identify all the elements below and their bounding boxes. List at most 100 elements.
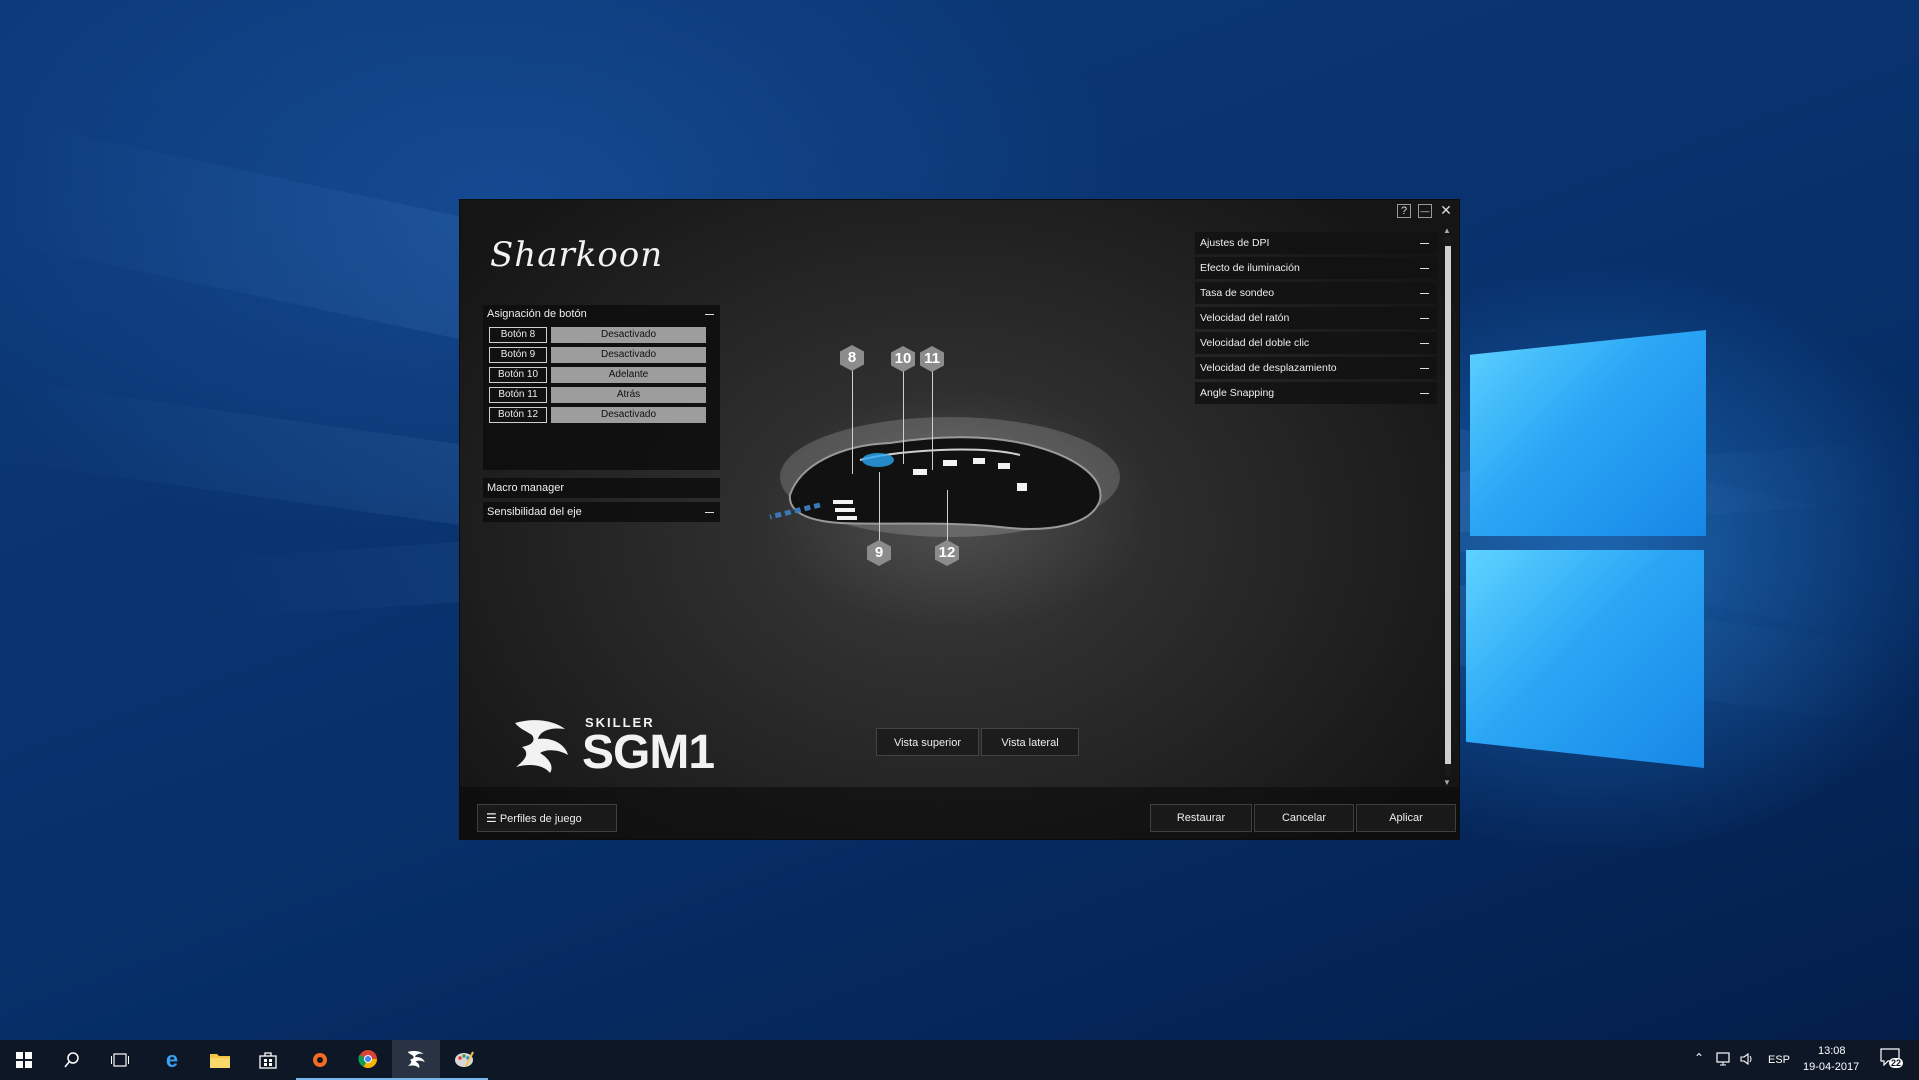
button-name: Botón 10 (489, 367, 547, 383)
button-name: Botón 8 (489, 327, 547, 343)
button-row: Botón 11 Atrás (489, 387, 706, 403)
scrollbar[interactable] (1445, 236, 1451, 776)
product-model: SGM1 (582, 726, 715, 779)
sharkoon-app-window: ? — ✕ Sharkoon Asignación de botón Botón… (460, 200, 1459, 839)
clock-time[interactable]: 13:08 (1818, 1045, 1846, 1057)
panel-mouse-speed[interactable]: Velocidad del ratón (1195, 307, 1437, 329)
panel-dpi-settings[interactable]: Ajustes de DPI (1195, 232, 1437, 254)
show-hidden-icons-button[interactable]: ⌃ (1694, 1051, 1704, 1065)
close-button[interactable]: ✕ (1439, 203, 1453, 218)
clock-date[interactable]: 19-04-2017 (1803, 1061, 1859, 1073)
panel-lighting-effect[interactable]: Efecto de iluminación (1195, 257, 1437, 279)
game-profiles-label: Perfiles de juego (499, 813, 582, 825)
edge-browser-button[interactable]: e (148, 1040, 196, 1080)
button-name: Botón 12 (489, 407, 547, 423)
chrome-icon (358, 1050, 377, 1069)
callout-button-11: 11 (920, 346, 944, 372)
macro-manager-label: Macro manager (487, 482, 565, 494)
file-explorer-button[interactable] (196, 1040, 244, 1080)
button-row: Botón 10 Adelante (489, 367, 706, 383)
button-assignment-select[interactable]: Desactivado (551, 407, 706, 423)
sharkoon-software-button[interactable] (392, 1040, 440, 1080)
scroll-up-arrow-icon[interactable]: ▲ (1443, 226, 1451, 235)
callout-button-10: 10 (891, 346, 915, 372)
panel-angle-snapping[interactable]: Angle Snapping (1195, 382, 1437, 404)
sharkoon-logo: Sharkoon (490, 235, 664, 275)
minimize-button[interactable]: — (1418, 204, 1432, 218)
panel-polling-rate[interactable]: Tasa de sondeo (1195, 282, 1437, 304)
paint-app-button[interactable] (440, 1040, 488, 1080)
store-button[interactable] (244, 1040, 292, 1080)
skiller-emblem-icon (515, 720, 568, 773)
axis-sensitivity-label: Sensibilidad del eje (487, 506, 582, 518)
origin-icon (313, 1053, 327, 1067)
side-view-button[interactable]: Vista lateral (981, 728, 1079, 756)
skiller-emblem-icon (407, 1050, 425, 1069)
folder-icon (210, 1054, 230, 1068)
input-language[interactable]: ESP (1768, 1054, 1790, 1066)
button-row: Botón 8 Desactivado (489, 327, 706, 343)
start-button[interactable] (0, 1040, 48, 1080)
skiller-sgm1-logo: SKILLER SGM1 (510, 715, 715, 779)
button-assignment-header[interactable]: Asignación de botón (483, 305, 720, 323)
macro-manager-header[interactable]: Macro manager (483, 478, 720, 498)
restore-button[interactable]: Restaurar (1150, 804, 1252, 832)
network-status[interactable] (1716, 1052, 1732, 1071)
button-assignment-select[interactable]: Desactivado (551, 327, 706, 343)
panel-label: Velocidad del doble clic (1200, 337, 1310, 349)
collapse-icon (1420, 317, 1429, 319)
notification-count: 22 (1889, 1058, 1904, 1068)
game-profiles-button[interactable]: ☰ Perfiles de juego (477, 804, 617, 832)
origin-app-button[interactable] (296, 1040, 344, 1080)
collapse-icon (1420, 367, 1429, 369)
button-assignment-select[interactable]: Desactivado (551, 347, 706, 363)
button-name: Botón 11 (489, 387, 547, 403)
leader-line (903, 360, 904, 464)
axis-sensitivity-header[interactable]: Sensibilidad del eje (483, 502, 720, 522)
collapse-icon (1420, 342, 1429, 344)
collapse-icon (1420, 267, 1429, 269)
task-view-icon (111, 1053, 129, 1067)
leader-line (852, 359, 853, 474)
edge-icon: e (165, 1047, 179, 1072)
collapse-icon (705, 313, 714, 315)
top-view-button[interactable]: Vista superior (876, 728, 979, 756)
button-assignment-panel: Asignación de botón Botón 8 Desactivado … (483, 305, 720, 470)
speaker-icon (1740, 1052, 1752, 1066)
task-view-button[interactable] (96, 1040, 144, 1080)
callout-button-8: 8 (840, 345, 864, 371)
help-button[interactable]: ? (1397, 204, 1411, 218)
volume-control[interactable] (1740, 1052, 1756, 1071)
cancel-button[interactable]: Cancelar (1254, 804, 1354, 832)
action-center-button[interactable]: 22 (1880, 1048, 1904, 1072)
collapse-icon (705, 511, 714, 513)
chevron-up-icon: ⌃ (1694, 1051, 1705, 1065)
panel-scroll-speed[interactable]: Velocidad de desplazamiento (1195, 357, 1437, 379)
search-button[interactable] (48, 1040, 96, 1080)
button-assignment-select[interactable]: Atrás (551, 387, 706, 403)
button-assignment-title: Asignación de botón (487, 308, 587, 320)
windows-logo-pane (1470, 330, 1706, 536)
store-icon (259, 1052, 277, 1069)
windows-start-icon (16, 1052, 32, 1068)
panel-label: Velocidad de desplazamiento (1200, 362, 1337, 374)
panel-label: Tasa de sondeo (1200, 287, 1275, 299)
list-icon: ☰ (486, 811, 497, 825)
search-icon (64, 1052, 79, 1068)
collapse-icon (1420, 242, 1429, 244)
leader-line (879, 472, 880, 542)
mouse-illustration (769, 417, 1120, 537)
leader-line (947, 490, 948, 542)
collapse-icon (1420, 392, 1429, 394)
button-assignment-select[interactable]: Adelante (551, 367, 706, 383)
panel-label: Velocidad del ratón (1200, 312, 1290, 324)
paint-palette-icon (455, 1051, 474, 1067)
chrome-button[interactable] (344, 1040, 392, 1080)
leader-line (932, 360, 933, 470)
apply-button[interactable]: Aplicar (1356, 804, 1456, 832)
scrollbar-thumb[interactable] (1445, 246, 1451, 764)
scroll-down-arrow-icon[interactable]: ▼ (1443, 778, 1451, 787)
button-row: Botón 9 Desactivado (489, 347, 706, 363)
panel-double-click-speed[interactable]: Velocidad del doble clic (1195, 332, 1437, 354)
panel-label: Ajustes de DPI (1200, 237, 1270, 249)
